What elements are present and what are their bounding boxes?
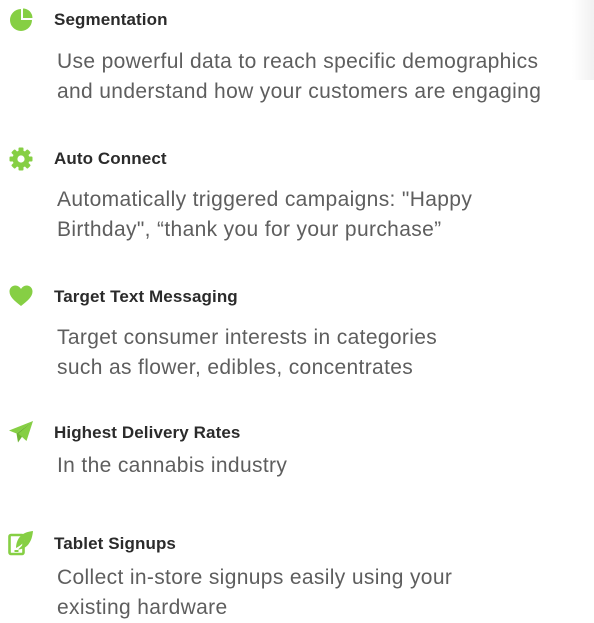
description-line: and understand how your customers are en… bbox=[57, 80, 542, 103]
feature-list: Segmentation Use powerful data to reach … bbox=[0, 0, 594, 619]
paper-plane-icon bbox=[8, 419, 34, 445]
feature-title: Auto Connect bbox=[54, 149, 167, 168]
feature-title: Highest Delivery Rates bbox=[54, 423, 241, 442]
tablet-leaf-icon bbox=[8, 530, 34, 556]
description-line: Birthday", “thank you for your purchase” bbox=[57, 218, 442, 241]
feature-description: Target consumer interests in categories … bbox=[57, 323, 594, 383]
description-line: such as flower, edibles, concentrates bbox=[57, 356, 414, 379]
pie-chart-icon bbox=[8, 7, 34, 33]
description-line: existing hardware bbox=[57, 596, 228, 619]
feature-title: Tablet Signups bbox=[54, 534, 176, 553]
feature-description: Automatically triggered campaigns: "Happ… bbox=[57, 185, 594, 245]
feature-title: Target Text Messaging bbox=[54, 287, 238, 306]
description-line: Use powerful data to reach specific demo… bbox=[57, 50, 539, 73]
feature-description: In the cannabis industry bbox=[57, 451, 594, 481]
description-line: Automatically triggered campaigns: "Happ… bbox=[57, 188, 473, 211]
heart-icon bbox=[8, 283, 34, 309]
feature-description: Use powerful data to reach specific demo… bbox=[57, 47, 594, 107]
description-line: In the cannabis industry bbox=[57, 454, 288, 477]
description-line: Target consumer interests in categories bbox=[57, 326, 438, 349]
gear-icon bbox=[8, 146, 34, 172]
description-line: Collect in-store signups easily using yo… bbox=[57, 566, 453, 589]
feature-description: Collect in-store signups easily using yo… bbox=[57, 563, 594, 623]
feature-title: Segmentation bbox=[54, 10, 168, 29]
